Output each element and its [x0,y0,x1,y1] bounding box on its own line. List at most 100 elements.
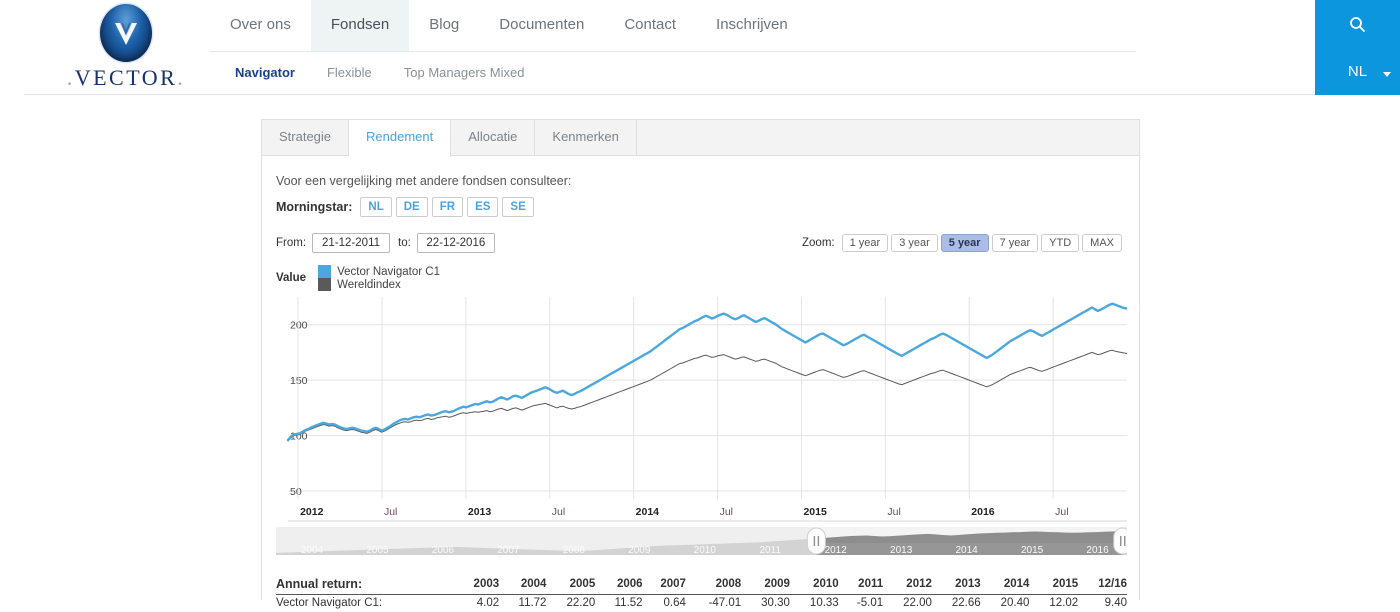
navigator-svg: 2004200520062007200820092010201120122013… [276,525,1127,563]
return-value: 12.02 [1029,595,1078,612]
legend-item[interactable]: Wereldindex [318,278,440,291]
tab-strategie[interactable]: Strategie [262,120,349,156]
annual-return-table-wrap: Annual return:20032004200520062007200820… [276,575,1127,612]
chart-svg: 501001502002012Jul2013Jul2014Jul2015Jul2… [276,293,1127,523]
column-header-2005: 2005 [546,575,595,595]
navigator-handle-left[interactable] [807,528,825,554]
nav-item-contact[interactable]: Contact [604,0,696,51]
svg-text:Jul: Jul [720,506,733,518]
sub-navigation: NavigatorFlexibleTop Managers Mixed [210,52,540,92]
nav-item-inschrijven[interactable]: Inschrijven [696,0,808,51]
legend-title: Value [276,272,306,284]
zoom-button-1-year[interactable]: 1 year [842,234,889,252]
date-to-input[interactable] [417,233,495,253]
nav-item-documenten[interactable]: Documenten [479,0,604,51]
return-value: 30.30 [741,595,790,612]
morningstar-button-nl[interactable]: NL [360,197,391,217]
search-icon [1349,16,1366,33]
date-from-input[interactable] [312,233,390,253]
chart-range-navigator[interactable]: 2004200520062007200820092010201120122013… [276,525,1127,563]
zoom-button-max[interactable]: MAX [1082,234,1122,252]
chevron-down-icon [1383,72,1391,77]
svg-text:50: 50 [290,486,302,498]
legend-item[interactable]: Vector Navigator C1 [318,265,440,278]
return-value: 22.20 [546,595,595,612]
site-logo[interactable]: .VECTOR. [56,2,196,90]
nav-item-blog[interactable]: Blog [409,0,479,51]
zoom-button-5-year[interactable]: 5 year [941,234,989,252]
zoom-label: Zoom: [802,237,835,249]
column-header-2010: 2010 [790,575,839,595]
morningstar-label: Morningstar: [276,200,352,214]
return-value: 4.02 [456,595,499,612]
subnav-item-flexible[interactable]: Flexible [311,65,388,80]
legend-label: Wereldindex [337,279,401,291]
zoom-button-ytd[interactable]: YTD [1041,234,1079,252]
morningstar-button-es[interactable]: ES [467,197,498,217]
row-label: Vector Navigator C1: [276,595,456,612]
svg-text:150: 150 [290,375,308,387]
column-header-2007: 2007 [643,575,686,595]
subnav-item-top-managers-mixed[interactable]: Top Managers Mixed [388,65,541,80]
svg-text:2011: 2011 [759,545,781,556]
svg-text:2013: 2013 [468,506,492,518]
subnav-item-navigator[interactable]: Navigator [210,65,311,80]
morningstar-button-se[interactable]: SE [502,197,533,217]
svg-text:2015: 2015 [803,506,827,518]
annual-return-label: Annual return: [276,575,456,595]
return-value: 0.64 [643,595,686,612]
column-header-2015: 2015 [1029,575,1078,595]
zoom-button-7-year[interactable]: 7 year [992,234,1039,252]
vector-emblem-icon [100,4,152,62]
site-header: .VECTOR. Over onsFondsenBlogDocumentenCo… [0,0,1400,96]
tab-rendement[interactable]: Rendement [349,120,451,157]
svg-text:2014: 2014 [636,506,660,518]
intro-text: Voor een vergelijking met andere fondsen… [276,174,1125,188]
nav-item-fondsen[interactable]: Fondsen [311,0,409,51]
column-header-2009: 2009 [741,575,790,595]
svg-text:2016: 2016 [1086,545,1109,556]
language-selector[interactable]: NL [1315,48,1400,95]
logo-dot-left: . [67,65,75,90]
table-row: Vector Navigator C1:4.0211.7222.2011.520… [276,595,1127,612]
search-button[interactable] [1315,0,1400,48]
svg-text:2014: 2014 [955,545,978,556]
language-label: NL [1348,63,1367,80]
column-header-2012: 2012 [883,575,932,595]
svg-text:Jul: Jul [1055,506,1068,518]
header-inner: .VECTOR. Over onsFondsenBlogDocumentenCo… [24,0,1316,95]
performance-chart[interactable]: 501001502002012Jul2013Jul2014Jul2015Jul2… [276,293,1127,523]
column-header-2011: 2011 [839,575,883,595]
return-value: 20.40 [981,595,1030,612]
zoom-button-3-year[interactable]: 3 year [891,234,938,252]
svg-text:2008: 2008 [563,545,586,556]
panel-body: Voor een vergelijking met andere fondsen… [262,156,1139,612]
column-header-2013: 2013 [932,575,981,595]
return-value: 22.66 [932,595,981,612]
legend-swatch [318,278,331,291]
nav-item-over-ons[interactable]: Over ons [210,0,311,51]
tab-kenmerken[interactable]: Kenmerken [535,120,636,156]
return-value: 9.40 [1078,595,1127,612]
svg-text:2012: 2012 [300,506,324,518]
svg-text:2009: 2009 [628,545,651,556]
zoom-range-group: Zoom: 1 year3 year5 year7 yearYTDMAX [802,234,1125,252]
return-value: 22.00 [883,595,932,612]
logo-wordmark: .VECTOR. [56,65,196,91]
navigator-handle-right[interactable] [1114,528,1127,554]
morningstar-button-de[interactable]: DE [396,197,428,217]
tab-allocatie[interactable]: Allocatie [451,120,535,156]
from-label: From: [276,237,306,249]
svg-text:2012: 2012 [825,545,848,556]
svg-text:2005: 2005 [366,545,389,556]
logo-wordmark-text: VECTOR [75,65,178,90]
svg-text:2015: 2015 [1021,545,1044,556]
svg-text:2004: 2004 [301,545,324,556]
table-header-row: Annual return:20032004200520062007200820… [276,575,1127,595]
return-value: -5.01 [839,595,883,612]
morningstar-button-fr[interactable]: FR [432,197,463,217]
svg-text:Jul: Jul [887,506,900,518]
svg-text:2010: 2010 [694,545,717,556]
column-header-2003: 2003 [456,575,499,595]
logo-dot-right: . [177,65,185,90]
